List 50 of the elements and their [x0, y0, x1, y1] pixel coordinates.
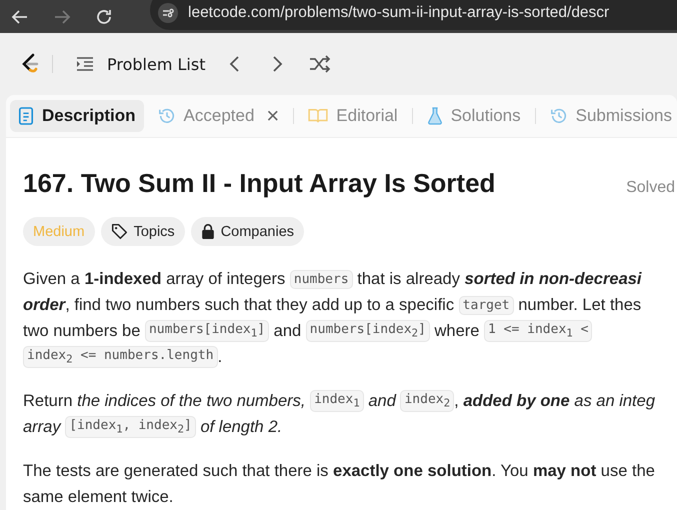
- description-text: and: [367, 392, 398, 410]
- shuffle-icon[interactable]: [309, 54, 332, 74]
- tag-icon: [110, 223, 128, 240]
- site-settings-icon[interactable]: [158, 2, 178, 22]
- tab[interactable]: Description: [10, 100, 144, 132]
- solved-status: Solved: [626, 179, 675, 197]
- description-text: array: [23, 418, 62, 436]
- tab[interactable]: Accepted ×: [150, 99, 288, 133]
- close-tab-icon[interactable]: ×: [266, 105, 280, 127]
- problem-list-button[interactable]: Problem List: [75, 54, 206, 74]
- description-text: two numbers be: [23, 322, 142, 340]
- topics-button[interactable]: Topics: [100, 217, 185, 246]
- inline-code: index$_{1}$: [310, 390, 364, 412]
- history-icon: [158, 107, 176, 125]
- book-icon: [308, 108, 328, 124]
- problem-title: 167. Two Sum II - Input Array Is Sorted: [23, 168, 496, 199]
- description-text: added by one: [463, 392, 570, 410]
- companies-button[interactable]: Companies: [190, 217, 304, 246]
- list-icon: [75, 54, 95, 74]
- lock-icon: [200, 224, 215, 239]
- inline-code: numbers[index$_{2}$]: [306, 320, 430, 342]
- description-text: Given a 1-indexed array of integers: [23, 270, 286, 288]
- description-text: .: [218, 348, 222, 366]
- description-text: where: [433, 322, 480, 340]
- description-text: sorted in non-decreasi: [464, 270, 642, 288]
- document-icon: [18, 107, 34, 125]
- inline-code: numbers: [290, 270, 353, 288]
- inline-code: [index$_{1}$, index$_{2}$]: [65, 416, 196, 438]
- description-text: The tests are generated such that there is exactly one solution. You may not use the: [23, 462, 655, 480]
- address-bar[interactable]: leetcode.com/problems/two-sum-ii-input-array-is-sorted/descr: [150, 0, 677, 30]
- description-text: order: [23, 296, 66, 314]
- inline-code: index$_{2}$: [400, 390, 454, 412]
- problem-list-label: Problem List: [107, 54, 206, 74]
- description-text: and: [272, 322, 302, 340]
- history-icon: [550, 107, 568, 125]
- description-text: that is already: [356, 270, 461, 288]
- description-text: Return the indices of the two numbers,: [23, 392, 306, 410]
- description-text: of length 2.: [199, 418, 282, 436]
- inline-code: target: [458, 296, 514, 314]
- url-text: leetcode.com/problems/two-sum-ii-input-array-is-sorted/descr: [188, 4, 610, 22]
- inline-code: index$_{2}$ <= numbers.length: [23, 346, 218, 368]
- description-text: same element twice.: [23, 488, 174, 506]
- difficulty-badge: Medium: [23, 217, 95, 246]
- description-text: as an integ: [573, 392, 655, 410]
- inline-code: 1 <= index$_{1}$ <: [484, 320, 592, 342]
- description-text: ,: [454, 392, 460, 410]
- inline-code: numbers[index$_{1}$]: [144, 320, 270, 342]
- description-text: , find two numbers such that they add up to a specific: [65, 296, 456, 314]
- flask-icon: [426, 107, 443, 125]
- description-text: number. Let thes: [517, 296, 642, 314]
